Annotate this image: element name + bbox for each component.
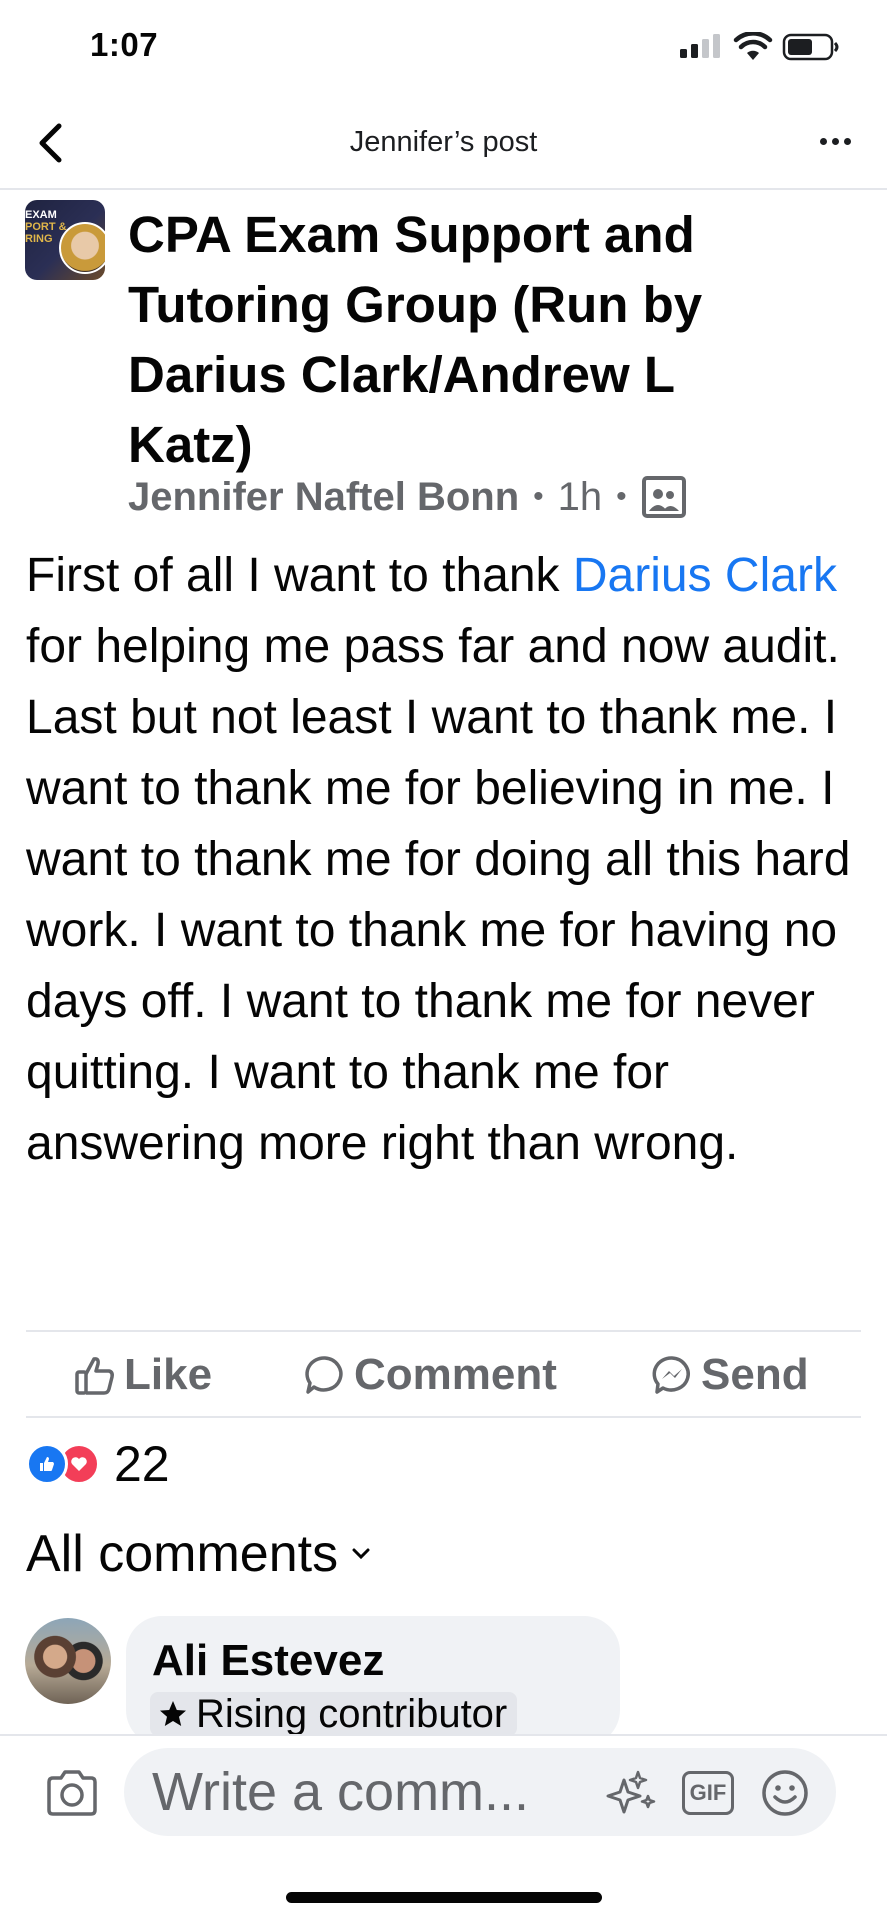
post-text-start: First of all I want to thank xyxy=(26,549,573,602)
gif-button[interactable]: GIF xyxy=(682,1771,734,1815)
like-reaction-icon xyxy=(26,1443,68,1485)
post-actions: Like Comment Send xyxy=(26,1340,861,1410)
group-avatar-text-3: RING xyxy=(25,233,53,245)
post-text-rest: for helping me pass far and now audit. L… xyxy=(26,620,851,1170)
reaction-count: 22 xyxy=(114,1436,170,1492)
like-button[interactable]: Like xyxy=(74,1340,212,1410)
header-divider xyxy=(0,188,887,190)
chevron-down-icon xyxy=(352,1548,370,1560)
author-name-link[interactable]: Jennifer Naftel Bonn xyxy=(128,475,519,520)
like-label: Like xyxy=(124,1350,213,1399)
group-members-privacy-icon xyxy=(641,476,686,518)
comment-label: Comment xyxy=(354,1350,557,1399)
comment-bubble-icon xyxy=(305,1356,343,1394)
meta-separator: • xyxy=(616,480,627,513)
send-label: Send xyxy=(701,1350,809,1399)
group-avatar[interactable]: EXAM PORT & RING xyxy=(25,200,105,280)
emoji-icon[interactable] xyxy=(760,1768,810,1818)
home-indicator xyxy=(286,1892,602,1903)
send-button[interactable]: Send xyxy=(651,1340,809,1410)
more-options-button[interactable] xyxy=(810,126,860,156)
commenter-name[interactable]: Ali Estevez xyxy=(152,1636,384,1686)
mention-link[interactable]: Darius Clark xyxy=(573,549,837,602)
comments-filter-label: All comments xyxy=(26,1525,339,1583)
page-title: Jennifer’s post xyxy=(349,126,538,158)
commenter-avatar[interactable] xyxy=(25,1618,111,1704)
comment-button[interactable]: Comment xyxy=(304,1340,557,1410)
group-avatar-photo xyxy=(59,222,105,274)
status-time: 1:07 xyxy=(90,26,159,63)
post-meta: Jennifer Naftel Bonn • 1h • xyxy=(128,474,687,520)
post-body: First of all I want to thank Darius Clar… xyxy=(26,540,866,1179)
more-icon xyxy=(819,137,827,145)
group-avatar-text-2: PORT & xyxy=(25,221,67,233)
wifi-icon xyxy=(733,32,773,60)
commenter-badge: Rising contributor xyxy=(150,1691,518,1736)
meta-separator: • xyxy=(533,480,544,513)
cellular-signal-icon xyxy=(680,34,720,58)
commenter-badge-label: Rising contributor xyxy=(196,1691,508,1736)
reactions-summary[interactable]: 22 xyxy=(26,1436,170,1492)
battery-icon xyxy=(782,33,839,61)
messenger-icon xyxy=(652,1356,690,1394)
thumbs-up-icon xyxy=(75,1357,114,1395)
sparkle-sticker-icon[interactable] xyxy=(604,1766,658,1820)
group-name-link[interactable]: CPA Exam Support and Tutoring Group (Run… xyxy=(128,200,788,480)
actions-divider-top xyxy=(26,1330,861,1332)
star-icon xyxy=(160,1701,186,1726)
group-avatar-text-1: EXAM xyxy=(25,209,57,221)
comments-filter-dropdown[interactable]: All comments xyxy=(26,1524,370,1584)
camera-icon[interactable] xyxy=(44,1768,100,1818)
actions-divider-bottom xyxy=(26,1416,861,1418)
post-timestamp[interactable]: 1h xyxy=(558,475,603,520)
